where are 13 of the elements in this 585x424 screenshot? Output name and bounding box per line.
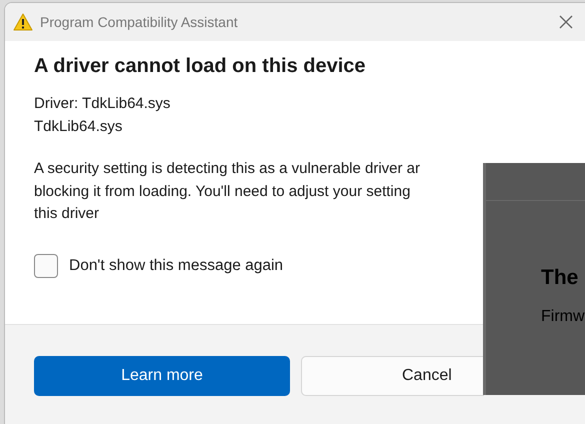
- window-title: Program Compatibility Assistant: [40, 14, 238, 30]
- checkbox-label: Don't show this message again: [69, 256, 284, 274]
- message-text: A security setting is detecting this as a vulnerable driver ar blocking it from loading. You'll need to adjust your setting this driver: [34, 159, 422, 224]
- driver-name: Driver: TdkLib64.sys: [34, 94, 172, 114]
- checkbox[interactable]: [34, 254, 58, 278]
- window-heading: The: [541, 266, 580, 290]
- warning-icon: [13, 13, 33, 31]
- window-text: Firmw: [541, 308, 585, 326]
- cancel-button[interactable]: Cancel: [301, 356, 484, 396]
- driver-name: TdkLib64.sys: [34, 117, 124, 137]
- close-icon[interactable]: [559, 15, 573, 29]
- learn-more-button[interactable]: Learn more: [34, 356, 290, 396]
- dialog-heading: A driver cannot load on this device: [34, 55, 367, 78]
